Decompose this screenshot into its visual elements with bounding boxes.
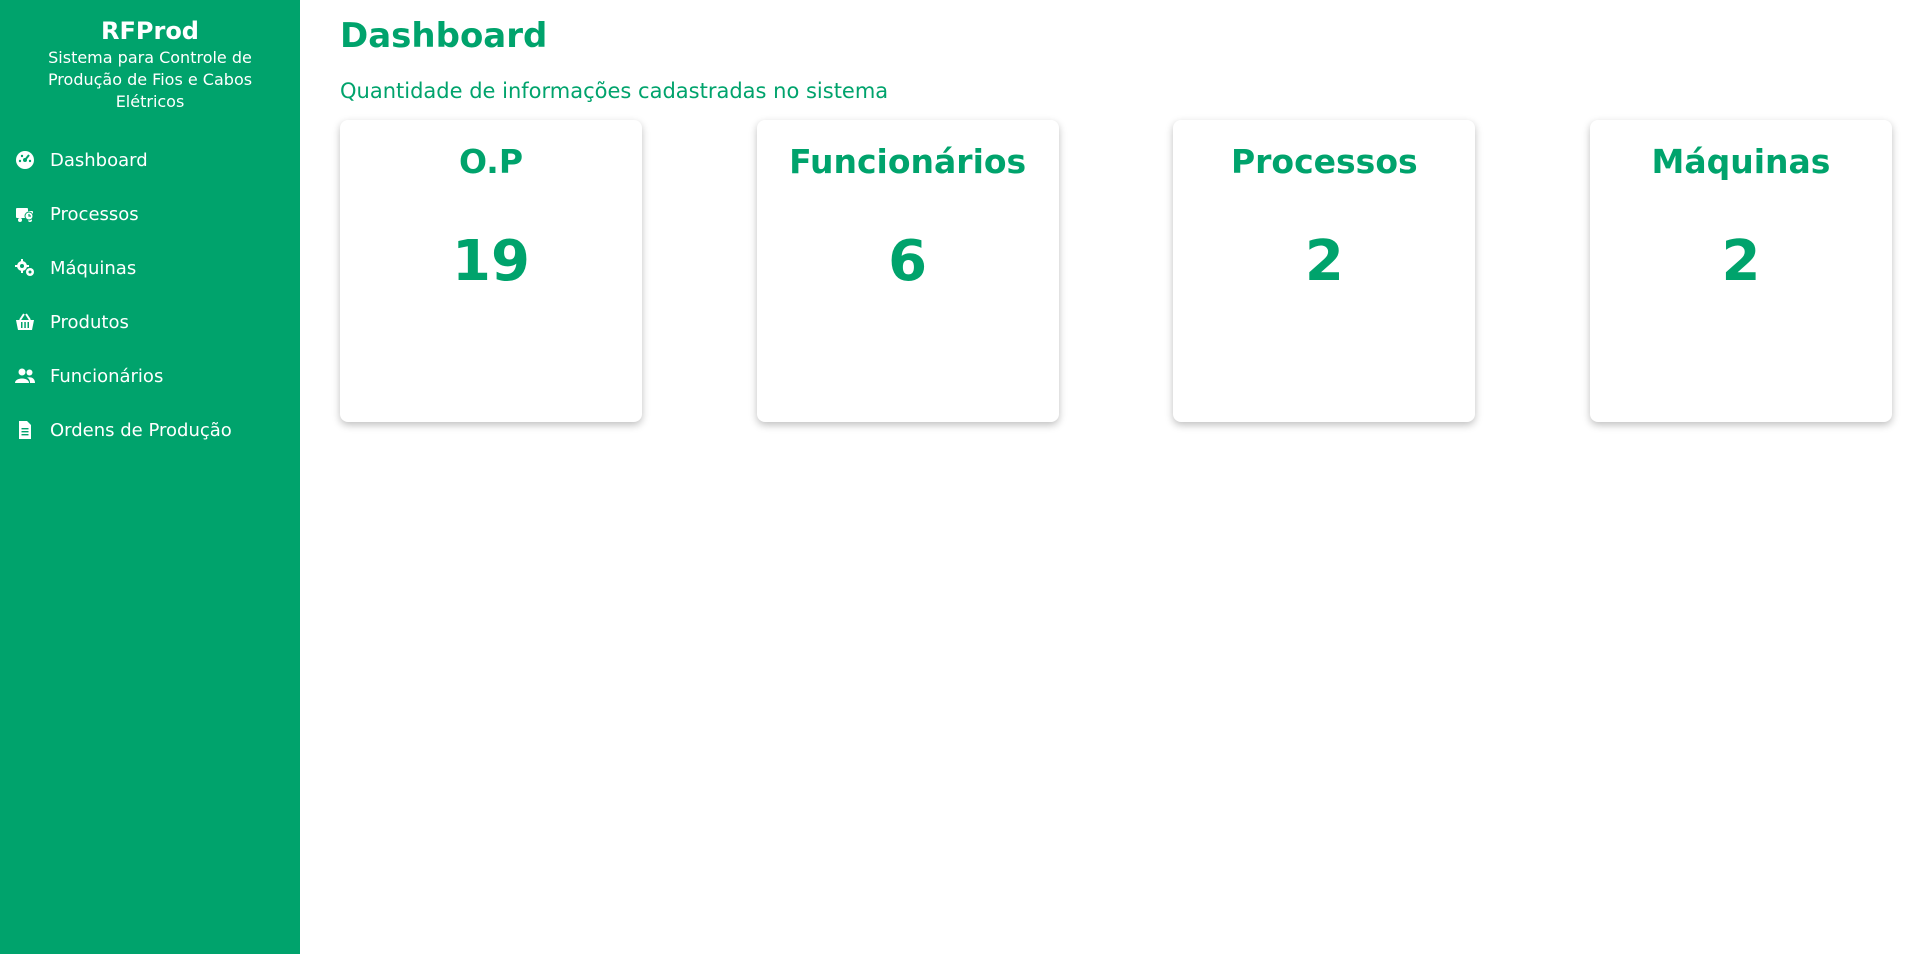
- sidebar-item-processos[interactable]: Processos: [0, 187, 300, 241]
- sidebar-nav: Dashboard Processos Máquinas Produtos Fu…: [0, 133, 300, 457]
- card-value: 2: [1304, 229, 1344, 294]
- basket-icon: [14, 311, 36, 333]
- card-value: 19: [452, 229, 530, 294]
- sidebar-item-produtos[interactable]: Produtos: [0, 295, 300, 349]
- document-icon: [14, 419, 36, 441]
- sidebar-item-label: Processos: [50, 203, 139, 225]
- stat-card-op: O.P 19: [340, 120, 642, 422]
- brand: RFProd Sistema para Controle de Produção…: [0, 0, 300, 113]
- main-content: Dashboard Quantidade de informações cada…: [300, 0, 1920, 954]
- sidebar-item-label: Funcionários: [50, 365, 164, 387]
- users-icon: [14, 365, 36, 387]
- page-title: Dashboard: [340, 16, 548, 56]
- sidebar: RFProd Sistema para Controle de Produção…: [0, 0, 300, 954]
- dashboard-gauge-icon: [14, 149, 36, 171]
- sidebar-item-label: Ordens de Produção: [50, 419, 232, 441]
- sidebar-item-ordens-de-producao[interactable]: Ordens de Produção: [0, 403, 300, 457]
- brand-title: RFProd: [101, 17, 199, 45]
- stat-card-maquinas: Máquinas 2: [1589, 120, 1892, 422]
- gears-icon: [14, 257, 36, 279]
- card-title: Funcionários: [789, 142, 1027, 181]
- app-root: RFProd Sistema para Controle de Produção…: [0, 0, 1920, 954]
- card-value: 6: [888, 229, 928, 294]
- stat-card-funcionarios: Funcionários 6: [756, 120, 1059, 422]
- card-title: O.P: [458, 142, 524, 181]
- stats-cards: O.P 19 Funcionários 6 Processos 2 Máquin…: [340, 120, 1892, 422]
- card-value: 2: [1721, 229, 1761, 294]
- sidebar-item-label: Máquinas: [50, 257, 137, 279]
- card-title: Processos: [1230, 142, 1418, 181]
- page-subtitle: Quantidade de informações cadastradas no…: [340, 79, 889, 103]
- sidebar-item-label: Produtos: [50, 311, 129, 333]
- sidebar-item-maquinas[interactable]: Máquinas: [0, 241, 300, 295]
- sidebar-item-dashboard[interactable]: Dashboard: [0, 133, 300, 187]
- stat-card-processos: Processos 2: [1173, 120, 1476, 422]
- sidebar-item-label: Dashboard: [50, 149, 148, 171]
- sidebar-item-funcionarios[interactable]: Funcionários: [0, 349, 300, 403]
- brand-subtitle: Sistema para Controle de Produção de Fio…: [47, 48, 253, 111]
- truck-clock-icon: [14, 203, 36, 225]
- card-title: Máquinas: [1651, 142, 1831, 181]
